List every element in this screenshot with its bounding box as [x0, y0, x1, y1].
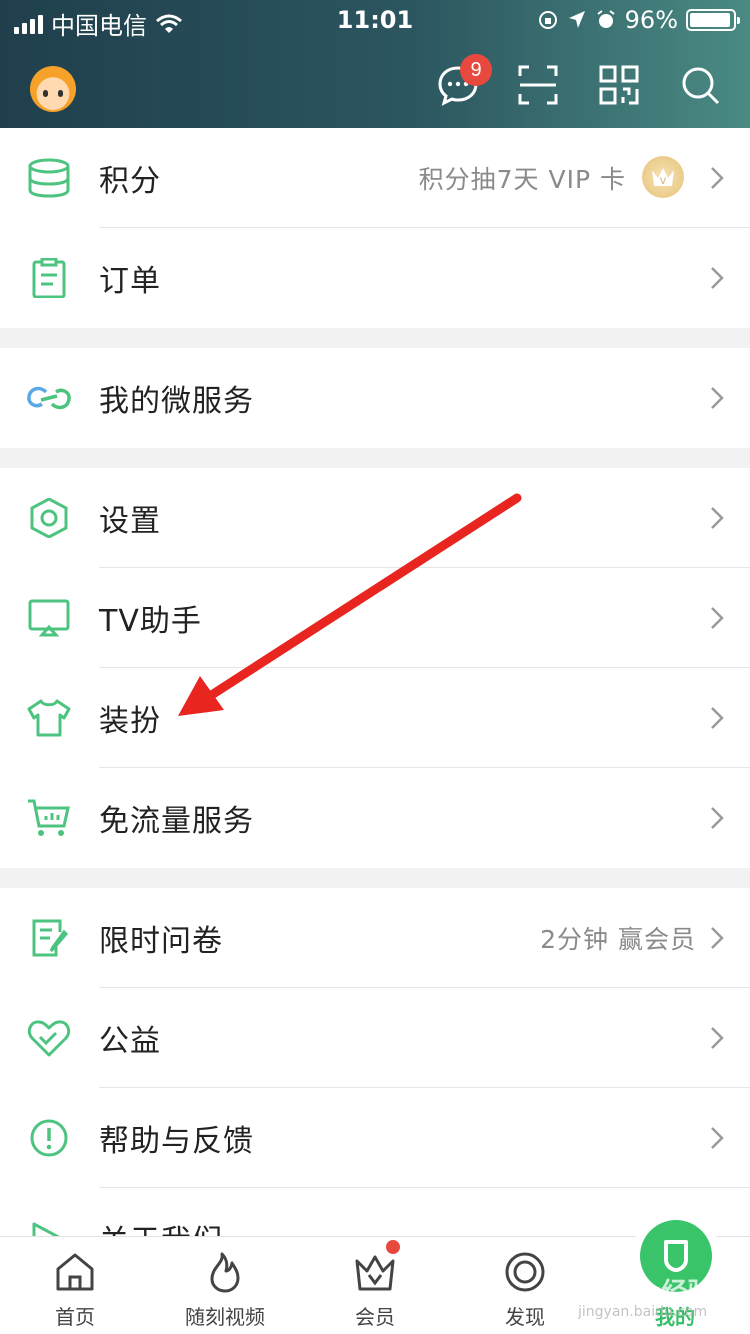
menu-item-charity[interactable]: 公益 — [0, 988, 750, 1088]
chevron-right-icon — [711, 1027, 724, 1049]
chevron-right-icon — [711, 807, 724, 829]
heart-icon — [27, 1020, 71, 1057]
menu-item-label: 公益 — [99, 1024, 161, 1059]
link-icon — [27, 386, 71, 410]
menu-item-label: 装扮 — [99, 704, 161, 739]
survey-icon — [32, 919, 69, 957]
menu-item-orders[interactable]: 订单 — [0, 228, 750, 328]
chevron-right-icon — [711, 607, 724, 629]
discover-icon — [505, 1252, 545, 1292]
menu-item-label: 订单 — [99, 264, 161, 299]
chevron-right-icon — [711, 1127, 724, 1149]
menu-group-misc: 限时问卷 2分钟 赢会员 公益 帮助与反馈 关于我们 — [0, 888, 750, 1236]
message-badge: 9 — [460, 54, 492, 86]
tv-icon — [28, 599, 70, 637]
alarm-icon — [597, 10, 615, 28]
rotation-lock-icon — [538, 11, 557, 29]
battery-percent: 96% — [624, 6, 678, 34]
tab-label: 首页 — [55, 1305, 95, 1329]
menu-item-dress-up[interactable]: 装扮 — [0, 668, 750, 768]
tab-vip[interactable]: 会员 — [300, 1237, 450, 1334]
menu-item-label: TV助手 — [99, 604, 202, 639]
menu-item-help-feedback[interactable]: 帮助与反馈 — [0, 1088, 750, 1188]
chevron-right-icon — [711, 387, 724, 409]
crown-icon — [355, 1255, 395, 1291]
location-icon — [568, 11, 585, 28]
tab-label: 会员 — [355, 1305, 395, 1329]
status-bar: 中国电信 11:01 96% — [0, 0, 750, 42]
tab-label: 随刻视频 — [185, 1305, 265, 1329]
menu-item-free-data[interactable]: 免流量服务 — [0, 768, 750, 868]
settings-icon — [30, 498, 68, 538]
menu-item-about[interactable]: 关于我们 — [0, 1188, 750, 1236]
menu-group-settings: 设置 TV助手 装扮 免流量服务 — [0, 468, 750, 868]
search-icon[interactable] — [679, 64, 721, 106]
menu-item-label: 关于我们 — [99, 1216, 223, 1236]
menu-item-label: 我的微服务 — [99, 384, 254, 419]
avatar[interactable] — [30, 66, 76, 112]
top-header: 中国电信 11:01 96% 9 — [0, 0, 750, 128]
menu-item-microservice[interactable]: 我的微服务 — [0, 348, 750, 448]
cart-icon — [28, 799, 70, 836]
menu-item-label: 积分 — [99, 164, 161, 199]
menu-item-tv-assistant[interactable]: TV助手 — [0, 568, 750, 668]
menu-item-survey[interactable]: 限时问卷 2分钟 赢会员 — [0, 888, 750, 988]
flame-icon — [210, 1252, 240, 1293]
battery-icon — [686, 9, 740, 31]
survey-promo-text: 2分钟 赢会员 — [540, 925, 696, 954]
vip-notification-dot — [386, 1240, 400, 1254]
menu-item-label: 免流量服务 — [99, 804, 254, 839]
chevron-right-icon — [711, 707, 724, 729]
menu-item-label: 设置 — [99, 504, 161, 539]
about-icon — [32, 1222, 60, 1236]
menu-item-label: 帮助与反馈 — [99, 1124, 254, 1159]
menu-group-microservice: 我的微服务 — [0, 348, 750, 448]
points-promo-text: 积分抽7天 VIP 卡 — [418, 165, 626, 194]
clipboard-icon — [32, 258, 66, 298]
tab-video[interactable]: 随刻视频 — [150, 1237, 300, 1334]
chevron-right-icon — [711, 167, 724, 189]
menu-item-settings[interactable]: 设置 — [0, 468, 750, 568]
menu-item-label: 限时问卷 — [99, 924, 223, 959]
chevron-right-icon — [711, 927, 724, 949]
menu-item-points[interactable]: 积分 积分抽7天 VIP 卡 V — [0, 128, 750, 228]
chevron-right-icon — [711, 267, 724, 289]
tab-home[interactable]: 首页 — [0, 1237, 150, 1334]
watermark-url: jingyan.baidu.com — [578, 1304, 708, 1320]
vip-badge-letter: V — [660, 176, 666, 186]
scan-icon[interactable] — [517, 64, 559, 106]
vip-crown-badge: V — [642, 156, 684, 198]
coins-icon — [28, 158, 70, 198]
help-icon — [30, 1119, 68, 1157]
chevron-right-icon — [711, 507, 724, 529]
qrcode-icon[interactable] — [598, 64, 640, 106]
home-icon — [56, 1253, 94, 1291]
menu-group-points: 积分 积分抽7天 VIP 卡 V 订单 — [0, 128, 750, 328]
shirt-icon — [27, 699, 71, 737]
